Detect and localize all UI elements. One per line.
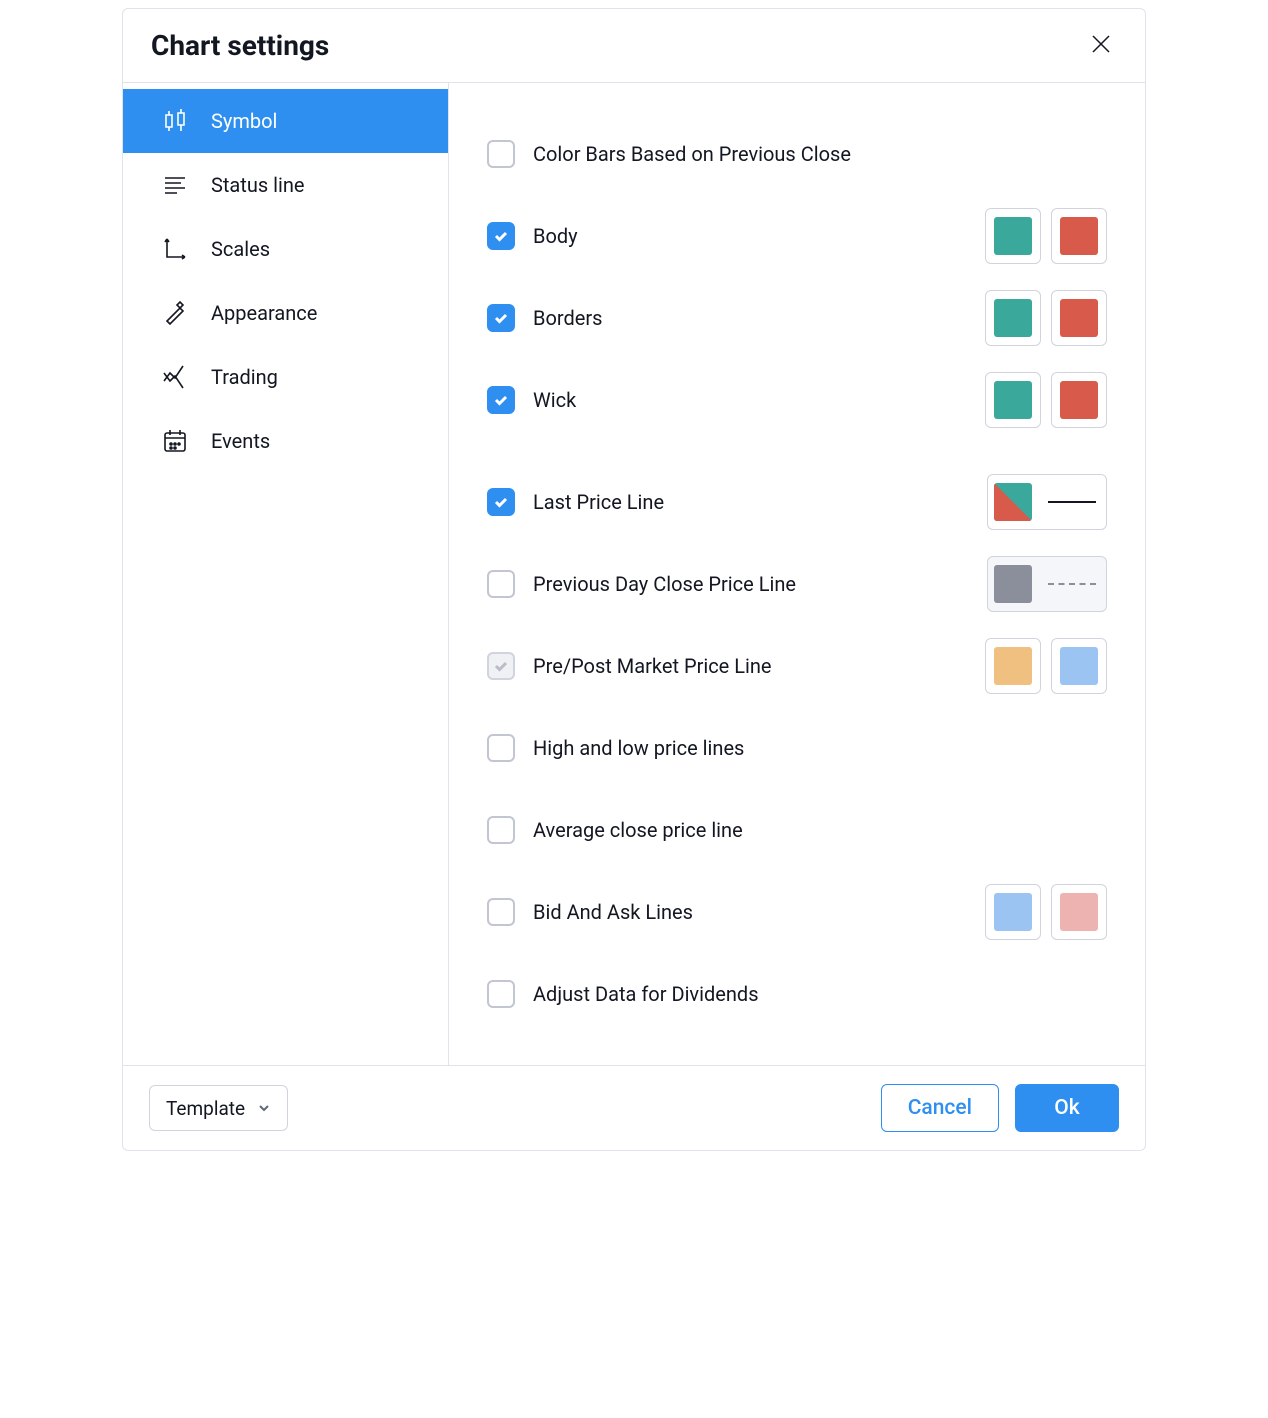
appearance-icon <box>159 297 191 329</box>
line-style-last-price[interactable] <box>987 474 1107 530</box>
row-prev-day-close: Previous Day Close Price Line <box>487 543 1107 625</box>
sidebar-item-scales[interactable]: Scales <box>123 217 448 281</box>
checkbox-prev-day-close[interactable] <box>487 570 515 598</box>
row-color-bars-prev-close: Color Bars Based on Previous Close <box>487 113 1107 195</box>
checkbox-adjust-dividends[interactable] <box>487 980 515 1008</box>
swatch-body-up[interactable] <box>985 208 1041 264</box>
sidebar-item-appearance[interactable]: Appearance <box>123 281 448 345</box>
dashed-line-icon <box>1048 583 1096 585</box>
swatch-pre-market[interactable] <box>985 638 1041 694</box>
checkbox-avg-close-line[interactable] <box>487 816 515 844</box>
sidebar-item-label: Appearance <box>211 301 317 325</box>
sidebar-item-label: Scales <box>211 237 270 261</box>
checkbox-body[interactable] <box>487 222 515 250</box>
swatch-wick-up[interactable] <box>985 372 1041 428</box>
swatch-ask[interactable] <box>1051 884 1107 940</box>
close-button[interactable] <box>1085 30 1117 62</box>
dialog-title: Chart settings <box>151 29 329 62</box>
scales-icon <box>159 233 191 265</box>
sidebar-item-label: Trading <box>211 365 278 389</box>
chart-settings-dialog: Chart settings Symbol Status line <box>122 8 1146 1151</box>
color-swatch <box>994 381 1032 419</box>
checkbox-wick[interactable] <box>487 386 515 414</box>
checkbox-color-bars-prev-close[interactable] <box>487 140 515 168</box>
swatch-borders-up[interactable] <box>985 290 1041 346</box>
color-swatch <box>994 217 1032 255</box>
checkbox-bid-ask-lines[interactable] <box>487 898 515 926</box>
line-style-prev-day-close[interactable] <box>987 556 1107 612</box>
sidebar-item-status-line[interactable]: Status line <box>123 153 448 217</box>
row-last-price-line: Last Price Line <box>487 461 1107 543</box>
swatch-wick-down[interactable] <box>1051 372 1107 428</box>
label-wick: Wick <box>533 388 576 412</box>
label-color-bars-prev-close: Color Bars Based on Previous Close <box>533 142 851 166</box>
label-last-price-line: Last Price Line <box>533 490 664 514</box>
settings-content: Color Bars Based on Previous Close Body <box>449 83 1145 1065</box>
color-swatch <box>1060 217 1098 255</box>
candles-icon <box>159 105 191 137</box>
sidebar-item-label: Symbol <box>211 109 277 133</box>
label-adjust-dividends: Adjust Data for Dividends <box>533 982 759 1006</box>
sidebar-item-trading[interactable]: Trading <box>123 345 448 409</box>
dialog-footer: Template Cancel Ok <box>123 1065 1145 1150</box>
color-swatch <box>1060 893 1098 931</box>
row-wick: Wick <box>487 359 1107 441</box>
row-high-low-lines: High and low price lines <box>487 707 1107 789</box>
color-swatch <box>1060 299 1098 337</box>
sidebar-item-label: Status line <box>211 173 305 197</box>
label-high-low-lines: High and low price lines <box>533 736 744 760</box>
swatch-bid[interactable] <box>985 884 1041 940</box>
label-body: Body <box>533 224 578 248</box>
color-swatch <box>1060 647 1098 685</box>
dialog-body: Symbol Status line Scales Appearance <box>123 83 1145 1065</box>
row-avg-close-line: Average close price line <box>487 789 1107 871</box>
sidebar-item-symbol[interactable]: Symbol <box>123 89 448 153</box>
checkbox-pre-post-market[interactable] <box>487 652 515 680</box>
color-swatch <box>994 893 1032 931</box>
chevron-down-icon <box>257 1097 271 1120</box>
template-dropdown[interactable]: Template <box>149 1085 288 1131</box>
swatch-borders-down[interactable] <box>1051 290 1107 346</box>
color-swatch <box>994 565 1032 603</box>
color-swatch <box>994 647 1032 685</box>
sidebar-item-label: Events <box>211 429 270 453</box>
trading-icon <box>159 361 191 393</box>
cancel-button[interactable]: Cancel <box>881 1084 999 1132</box>
row-body: Body <box>487 195 1107 277</box>
label-pre-post-market: Pre/Post Market Price Line <box>533 654 772 678</box>
label-borders: Borders <box>533 306 602 330</box>
events-icon <box>159 425 191 457</box>
row-borders: Borders <box>487 277 1107 359</box>
ok-button[interactable]: Ok <box>1015 1084 1119 1132</box>
swatch-body-down[interactable] <box>1051 208 1107 264</box>
row-bid-ask-lines: Bid And Ask Lines <box>487 871 1107 953</box>
swatch-post-market[interactable] <box>1051 638 1107 694</box>
status-line-icon <box>159 169 191 201</box>
sidebar-item-events[interactable]: Events <box>123 409 448 473</box>
label-prev-day-close: Previous Day Close Price Line <box>533 572 796 596</box>
sidebar: Symbol Status line Scales Appearance <box>123 83 449 1065</box>
close-icon <box>1089 32 1113 60</box>
row-pre-post-market: Pre/Post Market Price Line <box>487 625 1107 707</box>
solid-line-icon <box>1048 501 1096 503</box>
color-swatch <box>994 299 1032 337</box>
checkbox-high-low-lines[interactable] <box>487 734 515 762</box>
label-bid-ask-lines: Bid And Ask Lines <box>533 900 693 924</box>
template-label: Template <box>166 1097 245 1120</box>
split-color-swatch <box>994 483 1032 521</box>
dialog-header: Chart settings <box>123 9 1145 83</box>
checkbox-last-price-line[interactable] <box>487 488 515 516</box>
checkbox-borders[interactable] <box>487 304 515 332</box>
row-adjust-dividends: Adjust Data for Dividends <box>487 953 1107 1035</box>
color-swatch <box>1060 381 1098 419</box>
label-avg-close-line: Average close price line <box>533 818 743 842</box>
